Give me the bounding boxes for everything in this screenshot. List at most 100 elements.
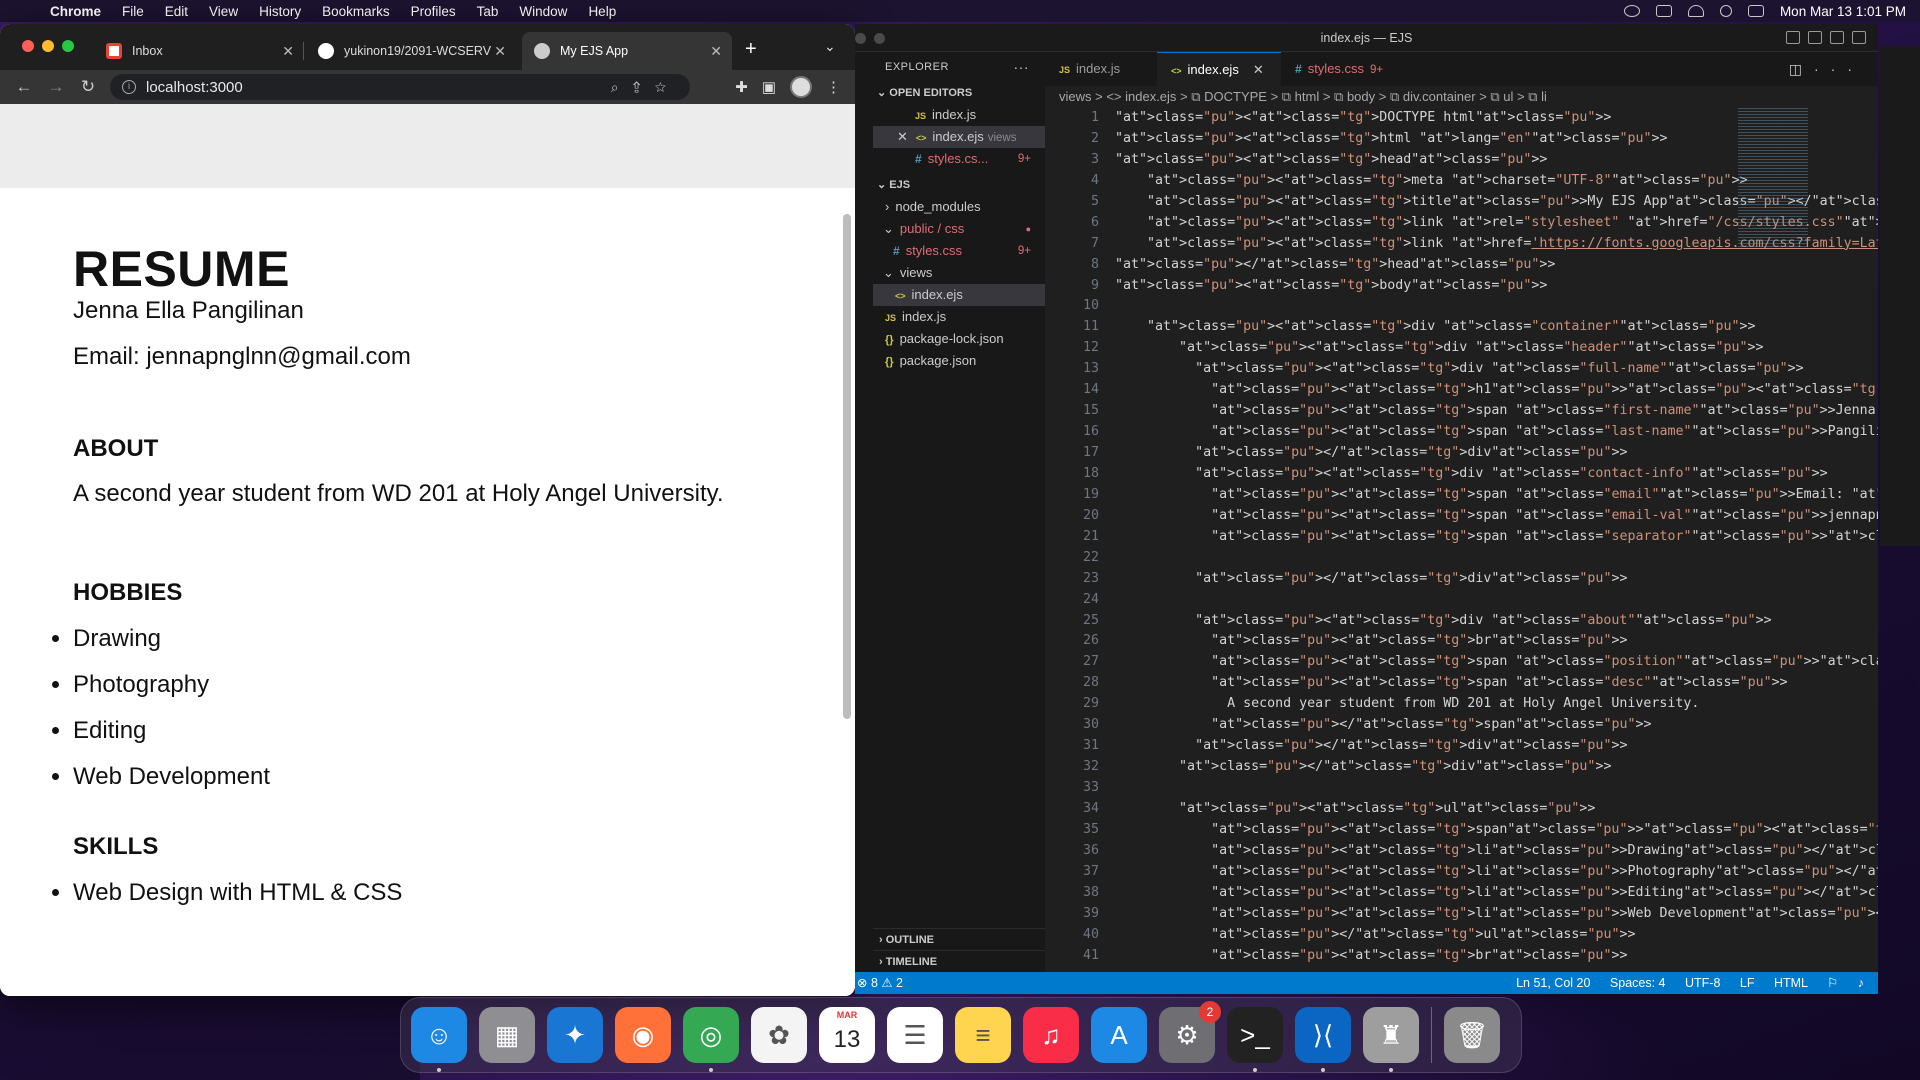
editor-tab-index-js[interactable]: JS index.js [1045,52,1157,86]
menu-app-name[interactable]: Chrome [50,4,101,19]
code-line[interactable]: 35 "at">class="pu"><"at">class="tg">span… [1045,820,1878,841]
outline-section[interactable]: › OUTLINE [873,928,1045,950]
close-window-button[interactable] [22,40,34,52]
code-line[interactable]: 14 "at">class="pu"><"at">class="tg">h1"a… [1045,380,1878,401]
side-panel-icon[interactable]: ▣ [762,78,776,96]
menu-window[interactable]: Window [519,4,567,19]
reload-icon[interactable]: ↻ [72,77,104,97]
site-info-icon[interactable]: i [122,80,136,94]
code-line[interactable]: 32 "at">class="pu"></"at">class="tg">div… [1045,757,1785,778]
minimize-window-button[interactable] [42,40,54,52]
bookmark-star-icon[interactable]: ☆ [655,79,680,95]
indentation-status[interactable]: Spaces: 4 [1610,976,1666,990]
split-editor-icon[interactable]: ◫ [1789,61,1814,77]
open-editor-item-active[interactable]: ✕ <> index.ejs views [873,126,1045,148]
close-tab-icon[interactable]: ✕ [494,43,506,60]
code-line[interactable]: 2 "at">class="pu"><"at">class="tg">html "… [1045,129,1785,150]
open-editor-item[interactable]: JS index.js [873,104,1045,126]
code-line[interactable]: 28 "at">class="pu"><"at">class="tg">span… [1045,673,1788,694]
menu-tab[interactable]: Tab [477,4,499,19]
feedback-icon[interactable]: ⚐ [1827,976,1838,990]
menubar-clock[interactable]: Mon Mar 13 1:01 PM [1780,4,1906,19]
code-line[interactable]: 38 "at">class="pu"><"at">class="tg">li"a… [1045,883,1878,904]
dock-notes-icon[interactable]: ≡ [955,1007,1011,1063]
editor-tab-styles-css[interactable]: # styles.css 9+ [1281,52,1405,86]
code-line[interactable]: 10 [1045,296,1785,317]
toggle-sidebar-icon[interactable] [1786,31,1800,44]
chrome-menu-icon[interactable]: ⋮ [826,78,841,96]
share-icon[interactable]: ⇪ [633,79,655,95]
close-tab-icon[interactable]: ✕ [282,43,294,60]
tree-file-styles-css[interactable]: # styles.css 9+ [873,240,1045,262]
menu-history[interactable]: History [259,4,301,19]
spotlight-search-icon[interactable] [1719,5,1732,17]
more-actions-icon[interactable]: ··· [1814,61,1864,77]
toggle-secondary-sidebar-icon[interactable] [1830,31,1844,44]
tab-inbox[interactable]: Inbox ✕ [94,32,304,70]
minimize-window-button[interactable] [874,33,885,44]
code-line[interactable]: 11 "at">class="pu"><"at">class="tg">div … [1045,317,1785,338]
code-line[interactable]: 33 [1045,778,1785,799]
code-line[interactable]: 18 "at">class="pu"><"at">class="tg">div … [1045,464,1828,485]
creative-cloud-icon[interactable] [1623,5,1640,17]
dock-system-settings-icon[interactable]: ⚙ 2 [1159,1001,1221,1063]
code-line[interactable]: 8 "at">class="pu"></"at">class="tg">head"… [1045,255,1785,276]
problems-status[interactable]: ⊗ 8 ⚠ 2 [857,972,903,994]
tree-file-package-json[interactable]: {} package.json [873,350,1045,372]
close-tab-icon[interactable]: ✕ [1253,62,1264,77]
control-center-icon[interactable] [1747,5,1764,17]
project-section[interactable]: ⌄ EJS [873,174,1045,196]
code-line[interactable]: 30 "at">class="pu"></"at">class="tg">spa… [1045,715,1785,736]
code-line[interactable]: 1 "at">class="pu"><"at">class="tg">DOCTYP… [1045,108,1785,129]
more-actions-icon[interactable]: ··· [1014,52,1030,82]
tree-folder-public-css[interactable]: ⌄ public / css ● [873,218,1045,240]
code-line[interactable]: 21 "at">class="pu"><"at">class="tg">span… [1045,527,1878,548]
new-tab-plus-icon[interactable]: + [745,38,757,61]
menu-view[interactable]: View [209,4,238,19]
code-line[interactable]: 15 "at">class="pu"><"at">class="tg">span… [1045,401,1876,422]
breadcrumb[interactable]: views > <> index.ejs > ⧉ DOCTYPE > ⧉ htm… [1045,86,1878,108]
extensions-puzzle-icon[interactable]: ✚ [735,78,748,96]
code-line[interactable]: 13 "at">class="pu"><"at">class="tg">div … [1045,359,1804,380]
dock-safari-icon[interactable]: ✦ [547,1007,603,1063]
mute-icon[interactable] [1655,5,1672,17]
tree-file-index-ejs[interactable]: <> index.ejs [873,284,1045,306]
forward-arrow-icon[interactable]: → [40,77,72,97]
tab-search-chevron-icon[interactable]: ⌄ [824,38,836,55]
code-line[interactable]: 9 "at">class="pu"><"at">class="tg">body"a… [1045,276,1785,297]
code-line[interactable]: 23 "at">class="pu"></"at">class="tg">div… [1045,569,1785,590]
profile-avatar[interactable] [790,76,812,98]
timeline-section[interactable]: › TIMELINE [873,950,1045,972]
minimap[interactable] [1738,108,1808,248]
open-editor-item[interactable]: # styles.cs... 9+ [873,148,1045,170]
code-line[interactable]: 22 [1045,548,1785,569]
code-line[interactable]: 41 "at">class="pu"><"at">class="tg">br"a… [1045,946,1785,967]
code-line[interactable]: 34 "at">class="pu"><"at">class="tg">ul"a… [1045,799,1785,820]
dock-firefox-icon[interactable]: ◉ [615,1007,671,1063]
dock-calendar-icon[interactable]: MAR 13 [819,1007,875,1063]
dock-finder-icon[interactable]: ☺ [411,1007,467,1072]
dock-vs-code-icon[interactable]: ⟩⟨ [1295,1007,1351,1072]
dock-automator-icon[interactable]: ♜ [1363,1007,1419,1072]
code-line[interactable]: 3 "at">class="pu"><"at">class="tg">head"a… [1045,150,1785,171]
code-line[interactable]: 24 [1045,590,1785,611]
tree-folder-node-modules[interactable]: › node_modules [873,196,1045,218]
code-line[interactable]: 4 "at">class="pu"><"at">class="tg">meta … [1045,171,1785,192]
dock-app-store-icon[interactable]: A [1091,1007,1147,1063]
code-line[interactable]: 39 "at">class="pu"><"at">class="tg">li"a… [1045,904,1878,925]
address-bar[interactable]: i localhost:3000 ⌕⇪☆ [110,74,690,100]
dock-photos-icon[interactable]: ✿ [751,1007,807,1063]
code-line[interactable]: 25 "at">class="pu"><"at">class="tg">div … [1045,611,1785,632]
menu-profiles[interactable]: Profiles [411,4,456,19]
menu-edit[interactable]: Edit [165,4,188,19]
open-editors-section[interactable]: ⌄ OPEN EDITORS [873,82,1045,104]
code-line[interactable]: 29 A second year student from WD 201 at … [1045,694,1785,715]
code-line[interactable]: 27 "at">class="pu"><"at">class="tg">span… [1045,652,1878,673]
tab-my-ejs-app[interactable]: My EJS App ✕ [522,32,732,70]
code-line[interactable]: 16 "at">class="pu"><"at">class="tg">span… [1045,422,1878,443]
customize-layout-icon[interactable] [1852,31,1866,44]
code-line[interactable]: 36 "at">class="pu"><"at">class="tg">li"a… [1045,841,1878,862]
menu-help[interactable]: Help [588,4,616,19]
close-editor-icon[interactable]: ✕ [897,129,908,144]
wifi-icon[interactable] [1687,5,1704,17]
